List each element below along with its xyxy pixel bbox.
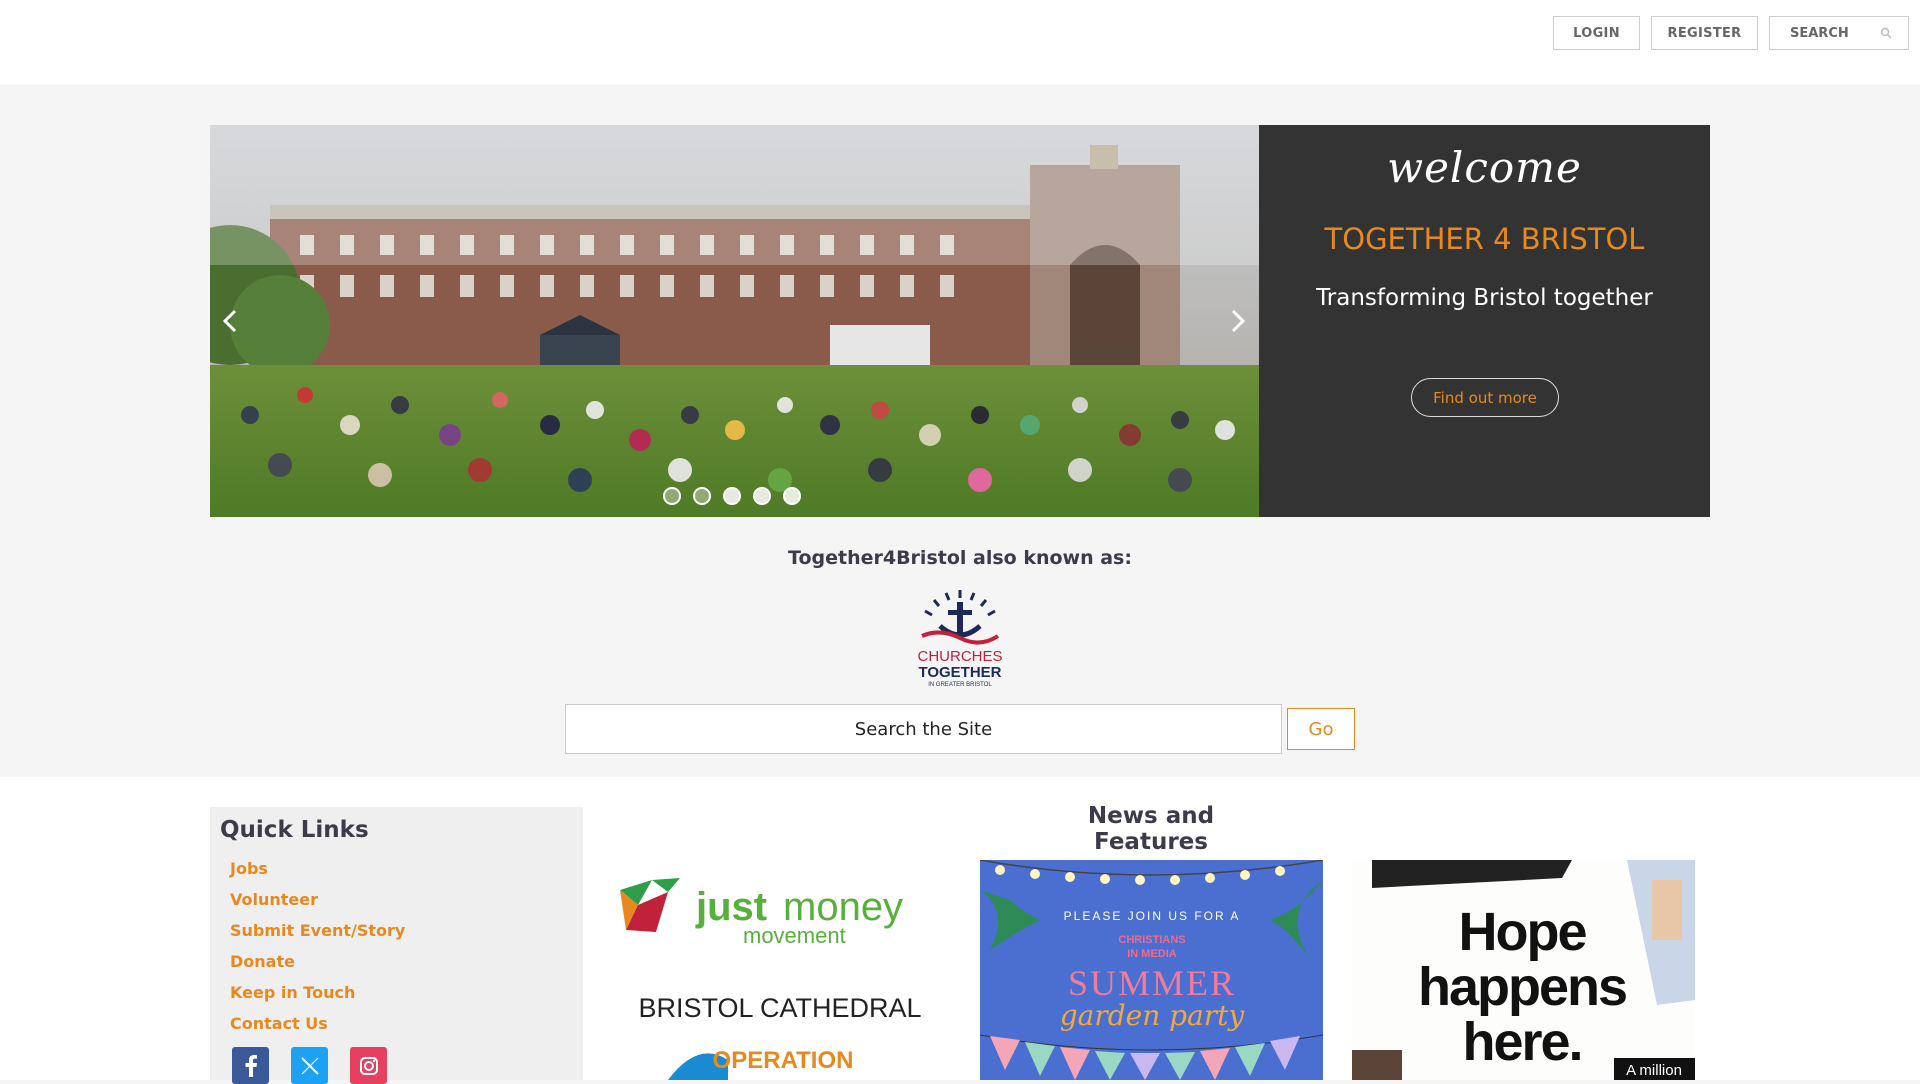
quick-links-list: Jobs Volunteer Submit Event/Story Donate… — [230, 859, 573, 1045]
carousel-dot-5[interactable] — [783, 487, 801, 505]
x-icon — [300, 1056, 319, 1075]
logo-line2: TOGETHER — [918, 664, 1001, 681]
summer-headline: SUMMER — [1068, 963, 1236, 1003]
brand-movement: movement — [743, 923, 846, 948]
welcome-title: TOGETHER 4 BRISTOL — [1324, 222, 1645, 256]
lower-section: Quick Links Jobs Volunteer Submit Event/… — [0, 777, 1920, 1084]
summer-subline: garden party — [1060, 999, 1246, 1032]
summer-org-text: CHRISTIANS — [1118, 934, 1185, 946]
quick-link-donate[interactable]: Donate — [230, 952, 573, 983]
carousel-slide-image — [210, 125, 1259, 517]
register-button[interactable]: REGISTER — [1651, 16, 1758, 50]
header-search[interactable] — [1769, 16, 1909, 50]
find-out-more-button[interactable]: Find out more — [1411, 378, 1559, 417]
header-search-input[interactable] — [1790, 25, 1878, 41]
welcome-panel: welcome TOGETHER 4 BRISTOL Transforming … — [1259, 125, 1710, 517]
logo-line3: IN GREATER BRISTOL — [928, 682, 992, 688]
carousel-dot-4[interactable] — [753, 487, 771, 505]
news-title: News and Features — [1087, 803, 1215, 855]
site-search-input[interactable] — [565, 704, 1282, 754]
quick-link-submit-event[interactable]: Submit Event/Story — [230, 921, 573, 952]
aka-heading: Together4Bristol also known as: — [788, 547, 1132, 569]
summer-org2-text: IN MEDIA — [1127, 948, 1177, 960]
churches-together-logo[interactable]: CHURCHES TOGETHER IN GREATER BRISTOL — [910, 588, 1010, 688]
carousel-next-button[interactable] — [1218, 301, 1258, 341]
carousel-dot-1[interactable] — [663, 487, 681, 505]
instagram-icon — [359, 1056, 378, 1075]
x-twitter-link[interactable] — [291, 1047, 328, 1084]
login-button[interactable]: LOGIN — [1553, 16, 1640, 50]
carousel-dot-2[interactable] — [693, 487, 711, 505]
quick-link-jobs[interactable]: Jobs — [230, 859, 573, 890]
quick-link-keep-in-touch[interactable]: Keep in Touch — [230, 983, 573, 1014]
hero-carousel: welcome TOGETHER 4 BRISTOL Transforming … — [210, 125, 1710, 517]
bristol-cathedral-text: BRISTOL CATHEDRAL — [638, 993, 921, 1023]
logo-line1: CHURCHES — [917, 648, 1002, 665]
news-card-summer-party[interactable]: PLEASE JOIN US FOR A CHRISTIANS IN MEDIA… — [980, 860, 1323, 1080]
search-icon[interactable] — [1880, 27, 1892, 39]
welcome-subtitle: Transforming Bristol together — [1316, 285, 1653, 311]
site-search-go-button[interactable]: Go — [1287, 708, 1355, 750]
news-card-justmoney[interactable]: just money movement BRISTOL CATHEDRAL OP… — [608, 860, 951, 1080]
summer-arc-text: PLEASE JOIN US FOR A — [1064, 909, 1241, 923]
chevron-left-icon — [222, 309, 237, 333]
quick-link-volunteer[interactable]: Volunteer — [230, 890, 573, 921]
quick-links-panel: Quick Links Jobs Volunteer Submit Event/… — [210, 807, 583, 1084]
chevron-right-icon — [1231, 309, 1246, 333]
hope-badge: A million — [1626, 1062, 1682, 1079]
carousel-dot-3[interactable] — [723, 487, 741, 505]
hope-line2: happens — [1418, 957, 1626, 1017]
hope-line1: Hope — [1459, 902, 1587, 962]
carousel-prev-button[interactable] — [210, 301, 250, 341]
welcome-script: welcome — [1387, 143, 1582, 192]
operation-text: OPERATION — [713, 1047, 854, 1074]
facebook-icon — [245, 1054, 257, 1077]
instagram-link[interactable] — [350, 1047, 387, 1084]
facebook-link[interactable] — [232, 1047, 269, 1084]
top-bar: LOGIN REGISTER — [0, 0, 1920, 85]
quick-link-contact-us[interactable]: Contact Us — [230, 1014, 573, 1045]
carousel-indicators — [663, 487, 801, 505]
news-card-hope-happens[interactable]: Hope happens here. A million — [1352, 860, 1695, 1080]
social-links — [232, 1047, 387, 1084]
quick-links-title: Quick Links — [220, 817, 369, 843]
hope-line3: here. — [1462, 1012, 1581, 1072]
